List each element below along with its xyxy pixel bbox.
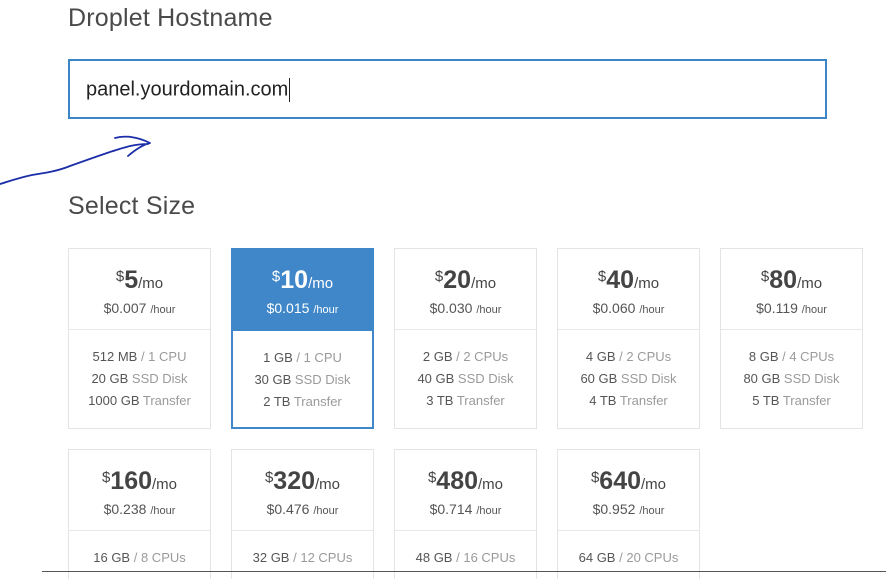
spec-memory: 512 MB / 1 CPU bbox=[92, 349, 187, 364]
size-option-10[interactable]: $10/mo $0.015 /hour 1 GB / 1 CPU 30 GB SSD … bbox=[231, 248, 374, 429]
size-option-480[interactable]: $480/mo $0.714 /hour 48 GB / 16 CPUs bbox=[394, 449, 537, 579]
monthly-price: $20/mo bbox=[434, 266, 497, 294]
hourly-price: $0.476 /hour bbox=[266, 501, 339, 517]
size-option-specs: 4 GB / 2 CPUs 60 GB SSD Disk 4 TB Transfer bbox=[558, 330, 699, 412]
monthly-price: $640/mo bbox=[590, 467, 667, 495]
size-option-specs: 64 GB / 20 CPUs bbox=[558, 531, 699, 569]
hostname-section-title: Droplet Hostname bbox=[68, 4, 273, 32]
size-option-160[interactable]: $160/mo $0.238 /hour 16 GB / 8 CPUs bbox=[68, 449, 211, 579]
size-option-price: $5/mo $0.007 /hour bbox=[69, 249, 210, 330]
spec-disk: 80 GB SSD Disk bbox=[743, 371, 840, 386]
size-option-price: $640/mo $0.952 /hour bbox=[558, 450, 699, 531]
size-option-320[interactable]: $320/mo $0.476 /hour 32 GB / 12 CPUs bbox=[231, 449, 374, 579]
monthly-price: $160/mo bbox=[101, 467, 178, 495]
spec-memory: 4 GB / 2 CPUs bbox=[585, 349, 672, 364]
monthly-price: $480/mo bbox=[427, 467, 504, 495]
spec-memory: 8 GB / 4 CPUs bbox=[748, 349, 835, 364]
monthly-price: $320/mo bbox=[264, 467, 341, 495]
size-section-title: Select Size bbox=[68, 192, 196, 220]
hourly-price: $0.238 /hour bbox=[103, 501, 176, 517]
hostname-input-value: panel.yourdomain.com bbox=[86, 78, 291, 102]
hourly-price: $0.060 /hour bbox=[592, 300, 665, 316]
spec-memory: 16 GB / 8 CPUs bbox=[93, 550, 186, 565]
hostname-input[interactable]: panel.yourdomain.com bbox=[68, 59, 827, 119]
size-option-specs: 16 GB / 8 CPUs bbox=[69, 531, 210, 569]
hourly-price: $0.030 /hour bbox=[429, 300, 502, 316]
size-option-640[interactable]: $640/mo $0.952 /hour 64 GB / 20 CPUs bbox=[557, 449, 700, 579]
spec-disk: 20 GB SSD Disk bbox=[91, 371, 188, 386]
size-option-specs: 1 GB / 1 CPU 30 GB SSD Disk 2 TB Transfer bbox=[233, 331, 372, 413]
size-option-specs: 8 GB / 4 CPUs 80 GB SSD Disk 5 TB Transfer bbox=[721, 330, 862, 412]
hand-drawn-arrow-icon bbox=[0, 135, 151, 185]
size-option-20[interactable]: $20/mo $0.030 /hour 2 GB / 2 CPUs 40 GB SSD… bbox=[394, 248, 537, 429]
size-option-price: $320/mo $0.476 /hour bbox=[232, 450, 373, 531]
hourly-price: $0.015 /hour bbox=[266, 300, 339, 316]
size-option-specs: 48 GB / 16 CPUs bbox=[395, 531, 536, 569]
spec-memory: 64 GB / 20 CPUs bbox=[578, 550, 679, 565]
size-option-specs: 32 GB / 12 CPUs bbox=[232, 531, 373, 569]
size-option-price: $40/mo $0.060 /hour bbox=[558, 249, 699, 330]
text-caret bbox=[289, 78, 291, 102]
spec-transfer: 1000 GB Transfer bbox=[88, 393, 191, 408]
hourly-price: $0.952 /hour bbox=[592, 501, 665, 517]
size-option-40[interactable]: $40/mo $0.060 /hour 4 GB / 2 CPUs 60 GB SSD… bbox=[557, 248, 700, 429]
hourly-price: $0.007 /hour bbox=[103, 300, 176, 316]
hourly-price: $0.714 /hour bbox=[429, 501, 502, 517]
spec-memory: 2 GB / 2 CPUs bbox=[422, 349, 509, 364]
spec-transfer: 5 TB Transfer bbox=[752, 393, 831, 408]
size-option-price: $80/mo $0.119 /hour bbox=[721, 249, 862, 330]
hourly-price: $0.119 /hour bbox=[756, 300, 827, 316]
spec-transfer: 2 TB Transfer bbox=[263, 394, 342, 409]
size-option-specs: 2 GB / 2 CPUs 40 GB SSD Disk 3 TB Transfer bbox=[395, 330, 536, 412]
monthly-price: $5/mo bbox=[115, 266, 164, 294]
size-option-80[interactable]: $80/mo $0.119 /hour 8 GB / 4 CPUs 80 GB SSD… bbox=[720, 248, 863, 429]
bottom-divider bbox=[42, 571, 886, 572]
spec-memory: 1 GB / 1 CPU bbox=[263, 350, 342, 365]
spec-disk: 30 GB SSD Disk bbox=[254, 372, 351, 387]
monthly-price: $10/mo bbox=[271, 266, 334, 294]
spec-transfer: 4 TB Transfer bbox=[589, 393, 668, 408]
monthly-price: $40/mo bbox=[597, 266, 660, 294]
size-option-5[interactable]: $5/mo $0.007 /hour 512 MB / 1 CPU 20 GB SSD… bbox=[68, 248, 211, 429]
spec-disk: 40 GB SSD Disk bbox=[417, 371, 514, 386]
size-option-price: $480/mo $0.714 /hour bbox=[395, 450, 536, 531]
size-option-specs: 512 MB / 1 CPU 20 GB SSD Disk 1000 GB Tran… bbox=[69, 330, 210, 412]
spec-memory: 48 GB / 16 CPUs bbox=[415, 550, 516, 565]
size-option-price: $20/mo $0.030 /hour bbox=[395, 249, 536, 330]
size-option-price: $160/mo $0.238 /hour bbox=[69, 450, 210, 531]
spec-memory: 32 GB / 12 CPUs bbox=[252, 550, 353, 565]
size-option-price: $10/mo $0.015 /hour bbox=[233, 250, 372, 331]
spec-transfer: 3 TB Transfer bbox=[426, 393, 505, 408]
spec-disk: 60 GB SSD Disk bbox=[580, 371, 677, 386]
monthly-price: $80/mo bbox=[760, 266, 823, 294]
